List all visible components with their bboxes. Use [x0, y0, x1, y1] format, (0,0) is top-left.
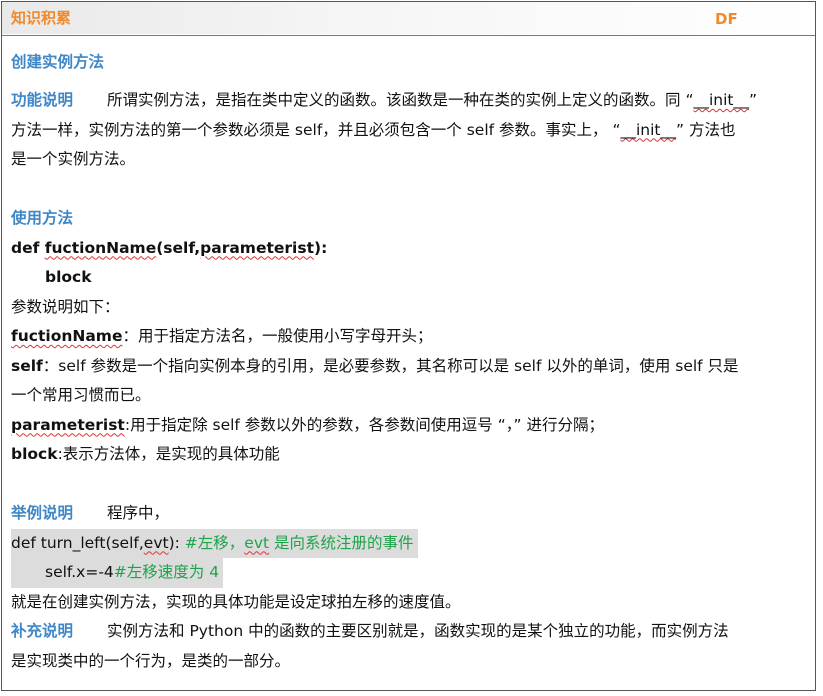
code2-part-a: self.x=-4 [45, 563, 114, 581]
func-desc-label: 功能说明 [11, 91, 74, 109]
example-after-line: 就是在创建实例方法，实现的具体功能是设定球拍左移的速度值。 [11, 588, 811, 618]
code1-part-b: ): [168, 533, 185, 552]
example-code-line-2: self.x=-4#左移速度为 4 [11, 558, 811, 588]
func-desc-text-3: 是一个实例方法。 [11, 150, 136, 168]
init-keyword-2: __init__ [620, 120, 677, 139]
supplement-text-2: 是实现类中的一个行为，是类的一部分。 [11, 651, 291, 670]
header-bar [2, 2, 815, 34]
func-desc-text-1a: 所谓实例方法，是指在类中定义的函数。该函数是一种在类的实例上定义的函数。同 “ [107, 91, 694, 109]
code-close: ): [313, 238, 328, 257]
header-mark: DF [715, 10, 738, 28]
supplement-line-2: 是实现类中的一个行为，是类的一部分。 [11, 647, 811, 677]
param-1-name: fuctionName [11, 327, 123, 345]
section-title-line: 创建实例方法 [11, 48, 811, 80]
func-desc-line-1: 功能说明 所谓实例方法，是指在类中定义的函数。该函数是一种在类的实例上定义的函数。… [11, 86, 811, 116]
code-param: parameterist [200, 238, 314, 257]
param-2-line-b: 一个常用习惯而已。 [11, 381, 811, 411]
func-desc-text-2b: ” 方法也 [676, 120, 736, 139]
param-4-line: block:表示方法体，是实现的具体功能 [11, 440, 811, 470]
code-open: (self, [156, 238, 201, 257]
code-def-keyword: def [11, 238, 45, 257]
param-2-line: self：self 参数是一个指向实例本身的引用，是必要参数，其名称可以是 se… [11, 352, 811, 382]
param-4-text: :表示方法体，是实现的具体功能 [57, 445, 280, 463]
param-4-name: block [11, 445, 58, 463]
param-1-text: ：用于指定方法名，一般使用小写字母开头； [122, 327, 433, 345]
code-block: block [45, 268, 92, 286]
example-intro: 程序中， [107, 504, 170, 522]
usage-code-def: def fuctionName(self,parameterist): [11, 234, 811, 264]
code1-comment-b: 是向系统注册的事件 [269, 533, 414, 552]
code1-comment-a: #左移， [184, 533, 245, 552]
header-title: 知识积累 [11, 9, 72, 27]
header: 知识积累 DF [2, 2, 815, 36]
usage-code-block: block [11, 263, 811, 293]
usage-label-line: 使用方法 [11, 204, 811, 234]
supplement-label: 补充说明 [11, 622, 74, 640]
param-3-text: :用于指定除 self 参数以外的参数，各参数间使用逗号 “，” 进行分隔； [124, 415, 604, 434]
code1-evt: evt [143, 533, 169, 552]
init-keyword-1: __init__ [693, 91, 749, 109]
code1-part-a: def turn_left(self, [11, 533, 144, 552]
param-2-text-a: ：self 参数是一个指向实例本身的引用，是必要参数，其名称可以是 self 以… [42, 356, 739, 375]
func-desc-line-3: 是一个实例方法。 [11, 145, 811, 175]
func-desc-text-1b: ” [749, 91, 758, 109]
code1-comment-evt: evt [244, 533, 270, 552]
func-desc-line-2: 方法一样，实例方法的第一个参数必须是 self，并且必须包含一个 self 参数… [11, 116, 811, 146]
supplement-text-1: 实例方法和 Python 中的函数的主要区别就是，函数实现的是某个独立的功能，而… [107, 622, 729, 640]
usage-label: 使用方法 [11, 209, 74, 227]
example-after: 就是在创建实例方法，实现的具体功能是设定球拍左移的速度值。 [11, 592, 461, 611]
param-3-line: parameterist:用于指定除 self 参数以外的参数，各参数间使用逗号… [11, 411, 811, 441]
param-1-line: fuctionName：用于指定方法名，一般使用小写字母开头； [11, 322, 811, 352]
example-code-2: self.x=-4#左移速度为 4 [11, 558, 224, 588]
content: 创建实例方法 功能说明 所谓实例方法，是指在类中定义的函数。该函数是一种在类的实例… [11, 48, 811, 676]
param-2-text-b: 一个常用习惯而已。 [11, 386, 151, 404]
params-intro-line: 参数说明如下： [11, 293, 811, 323]
param-3-name: parameterist [11, 415, 125, 434]
example-code-1: def turn_left(self,evt): #左移，evt 是向系统注册的… [11, 528, 418, 558]
code2-comment: #左移速度为 4 [113, 563, 220, 581]
section-title: 创建实例方法 [11, 53, 105, 71]
func-desc-text-2a: 方法一样，实例方法的第一个参数必须是 self，并且必须包含一个 self 参数… [11, 120, 621, 139]
param-2-name: self [11, 356, 43, 375]
document-frame: 知识积累 DF 创建实例方法 功能说明 所谓实例方法，是指在类中定义的函数。该函数… [1, 1, 816, 691]
example-label-line: 举例说明 程序中， [11, 499, 811, 529]
params-intro: 参数说明如下： [11, 297, 120, 316]
example-label: 举例说明 [11, 504, 74, 522]
example-code-line-1: def turn_left(self,evt): #左移，evt 是向系统注册的… [11, 528, 811, 558]
code-func-name: fuctionName [44, 238, 157, 257]
supplement-line-1: 补充说明 实例方法和 Python 中的函数的主要区别就是，函数实现的是某个独立的… [11, 617, 811, 647]
